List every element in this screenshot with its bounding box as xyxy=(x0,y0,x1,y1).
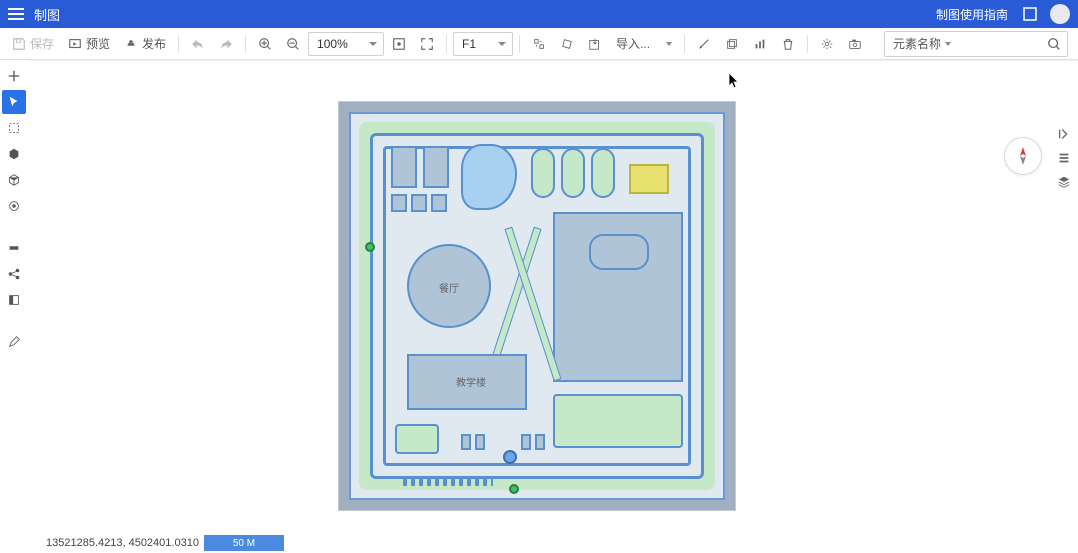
save-label: 保存 xyxy=(30,35,54,52)
delete-button[interactable] xyxy=(775,32,801,56)
floor-value: F1 xyxy=(462,37,476,51)
building[interactable] xyxy=(461,434,471,450)
zoom-value: 100% xyxy=(317,37,348,51)
export-button[interactable] xyxy=(582,32,608,56)
building[interactable] xyxy=(423,146,449,188)
track[interactable] xyxy=(589,234,649,270)
separator xyxy=(519,35,520,53)
add-tool[interactable] xyxy=(2,64,26,88)
edit-tool[interactable] xyxy=(2,330,26,354)
search-icon[interactable] xyxy=(1047,37,1061,51)
building[interactable] xyxy=(535,434,545,450)
layer-copy-button[interactable] xyxy=(719,32,745,56)
panel-tool[interactable] xyxy=(2,288,26,312)
search-box[interactable]: 元素名称 xyxy=(884,31,1068,57)
node-icon[interactable] xyxy=(365,242,375,252)
map-canvas[interactable]: 餐厅 教学楼 xyxy=(28,60,1078,553)
user-avatar[interactable] xyxy=(1050,4,1070,24)
zoom-out-button[interactable] xyxy=(280,32,306,56)
collapse-panel-button[interactable] xyxy=(1055,125,1073,143)
search-type-label: 元素名称 xyxy=(893,35,941,52)
import-dropdown[interactable] xyxy=(658,32,678,56)
camera-button[interactable] xyxy=(842,32,868,56)
coordinates: 13521285.4213, 4502401.0310 xyxy=(46,537,199,549)
floor-select[interactable]: F1 xyxy=(453,32,513,56)
compass[interactable] xyxy=(1004,137,1042,175)
guide-link[interactable]: 制图使用指南 xyxy=(936,6,1008,23)
box-tool[interactable] xyxy=(2,142,26,166)
redo-button[interactable] xyxy=(213,32,239,56)
building[interactable] xyxy=(431,194,447,212)
map-inner: 餐厅 教学楼 xyxy=(349,112,725,500)
align-button[interactable] xyxy=(526,32,552,56)
building[interactable] xyxy=(391,146,417,188)
fit-screen-button[interactable] xyxy=(386,32,412,56)
yellow-block[interactable] xyxy=(629,164,669,194)
teaching-label: 教学楼 xyxy=(447,374,495,389)
parking-row[interactable] xyxy=(403,476,493,486)
preview-button[interactable]: 预览 xyxy=(62,32,116,56)
green-area[interactable] xyxy=(395,424,439,454)
building[interactable] xyxy=(521,434,531,450)
search-type-select[interactable]: 元素名称 xyxy=(893,35,1047,52)
left-tool-panel xyxy=(0,60,28,358)
building[interactable] xyxy=(391,194,407,212)
select-tool[interactable] xyxy=(2,90,26,114)
rect-tool[interactable] xyxy=(2,236,26,260)
cube-tool[interactable] xyxy=(2,168,26,192)
fullscreen-button[interactable] xyxy=(414,32,440,56)
settings-button[interactable] xyxy=(814,32,840,56)
main-toolbar: 保存 预览 发布 100% F1 导入... xyxy=(0,28,1078,60)
app-header: 制图 制图使用指南 xyxy=(0,0,1078,28)
green-area[interactable] xyxy=(531,148,555,198)
separator xyxy=(178,35,179,53)
publish-label: 发布 xyxy=(142,35,166,52)
green-area[interactable] xyxy=(591,148,615,198)
separator xyxy=(245,35,246,53)
zoom-select[interactable]: 100% xyxy=(308,32,384,56)
separator xyxy=(446,35,447,53)
layers-panel-button[interactable] xyxy=(1055,173,1073,191)
share-tool[interactable] xyxy=(2,262,26,286)
crop-tool[interactable] xyxy=(2,116,26,140)
import-button[interactable]: 导入... xyxy=(610,32,656,56)
undo-button[interactable] xyxy=(185,32,211,56)
marker-icon[interactable] xyxy=(503,450,517,464)
separator xyxy=(684,35,685,53)
list-panel-button[interactable] xyxy=(1055,149,1073,167)
zoom-in-button[interactable] xyxy=(252,32,278,56)
menu-icon[interactable] xyxy=(8,6,24,22)
rotate-button[interactable] xyxy=(554,32,580,56)
app-title: 制图 xyxy=(34,5,936,24)
target-tool[interactable] xyxy=(2,194,26,218)
building[interactable] xyxy=(475,434,485,450)
node-icon[interactable] xyxy=(509,484,519,494)
right-tool-panel xyxy=(1054,125,1074,191)
publish-button[interactable]: 发布 xyxy=(118,32,172,56)
expand-icon[interactable] xyxy=(1022,6,1038,22)
save-button[interactable]: 保存 xyxy=(6,32,60,56)
separator xyxy=(807,35,808,53)
green-area[interactable] xyxy=(553,394,683,448)
path-button[interactable] xyxy=(691,32,717,56)
preview-label: 预览 xyxy=(86,35,110,52)
scale-bar: 50 M xyxy=(204,535,284,551)
map-frame: 餐厅 教学楼 xyxy=(338,101,736,511)
canteen-label: 餐厅 xyxy=(431,280,467,295)
import-label: 导入... xyxy=(616,35,650,52)
building[interactable] xyxy=(411,194,427,212)
green-area[interactable] xyxy=(561,148,585,198)
chart-button[interactable] xyxy=(747,32,773,56)
